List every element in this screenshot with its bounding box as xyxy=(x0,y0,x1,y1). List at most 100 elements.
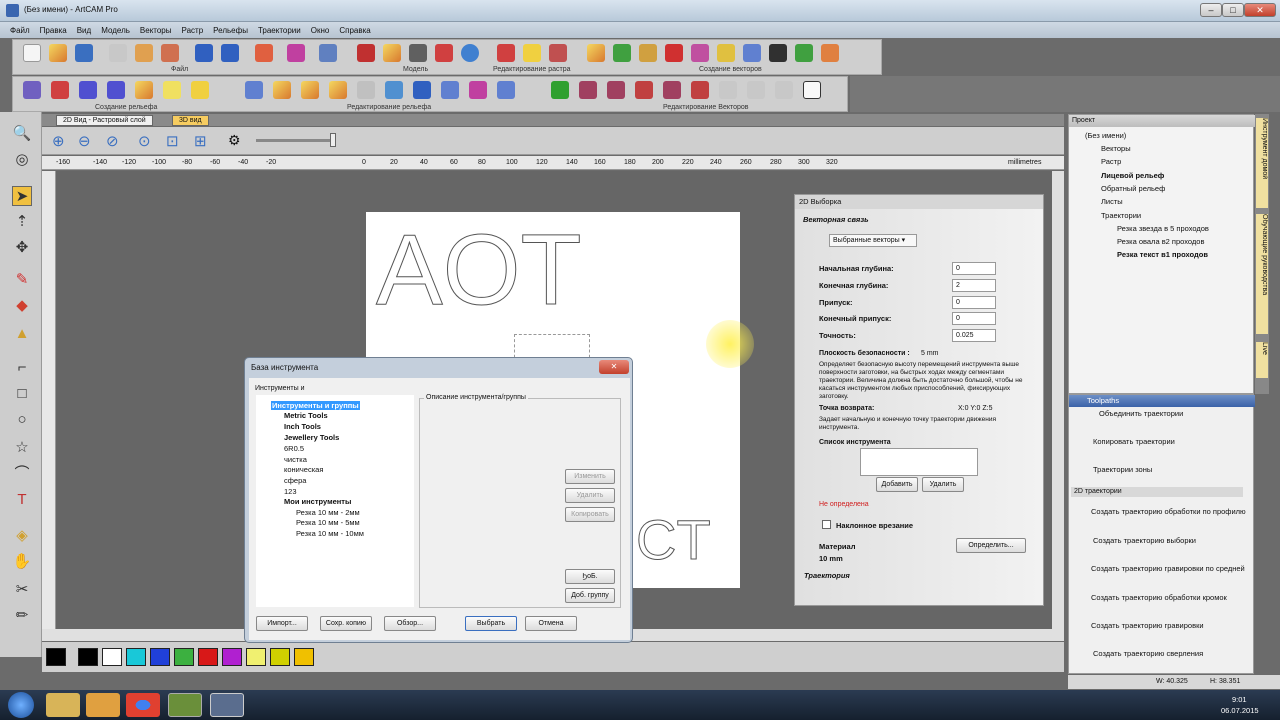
menu-model[interactable]: Модель xyxy=(101,26,130,35)
project-face-relief[interactable]: Лицевой рельеф xyxy=(1101,171,1164,180)
zone-toolpaths-item[interactable]: Траектории зоны xyxy=(1093,465,1152,474)
cut-icon[interactable] xyxy=(109,44,127,62)
zoom-slider-handle[interactable] xyxy=(330,133,336,147)
relief-create-4-icon[interactable] xyxy=(107,81,125,99)
save-file-icon[interactable] xyxy=(75,44,93,62)
add-tool-db-button[interactable]: ϦоБ. инструмент xyxy=(565,569,615,584)
tool-tree-item[interactable]: чистка xyxy=(284,455,307,464)
vector-edit-6-icon[interactable] xyxy=(691,81,709,99)
maximize-button[interactable]: □ xyxy=(1222,3,1244,17)
project-vectors[interactable]: Векторы xyxy=(1101,144,1131,153)
vector-edit-10-icon[interactable] xyxy=(803,81,821,99)
tool-tree-item[interactable]: Резка 10 мм - 10мм xyxy=(296,529,364,538)
relief-edit-5-icon[interactable] xyxy=(357,81,375,99)
drop-icon[interactable]: ◈ xyxy=(12,526,32,546)
define-material-button[interactable]: Определить... xyxy=(956,538,1026,553)
vector-edit-8-icon[interactable] xyxy=(747,81,765,99)
color-swatch-black[interactable] xyxy=(78,648,98,666)
relief-create-5-icon[interactable] xyxy=(135,81,153,99)
relief-create-2-icon[interactable] xyxy=(51,81,69,99)
vector-tool-10-icon[interactable] xyxy=(821,44,839,62)
color-swatch-red[interactable] xyxy=(198,648,218,666)
allowance-input[interactable]: 0 xyxy=(952,296,996,309)
toolpath-item[interactable]: Резка овала в2 проходов xyxy=(1117,237,1204,246)
vector-edit-4-icon[interactable] xyxy=(635,81,653,99)
tool-tree-item[interactable]: 123 xyxy=(284,487,297,496)
side-tab-tutorials[interactable]: Обучающие руководства xyxy=(1256,214,1268,334)
vector-edit-5-icon[interactable] xyxy=(663,81,681,99)
copy-toolpaths-item[interactable]: Копировать траектории xyxy=(1093,437,1175,446)
merge-toolpaths-item[interactable]: Объединить траектории xyxy=(1099,409,1183,418)
tool-tree-item[interactable]: Inch Tools xyxy=(284,422,321,431)
tool-list-box[interactable] xyxy=(860,448,978,476)
ramp-checkbox[interactable] xyxy=(822,520,831,529)
raster-tool-2-icon[interactable] xyxy=(523,44,541,62)
color-swatch-olive[interactable] xyxy=(270,648,290,666)
color-swatch-yellow[interactable] xyxy=(294,648,314,666)
relief-edit-2-icon[interactable] xyxy=(273,81,291,99)
fill-icon[interactable]: ◆ xyxy=(12,296,32,316)
tab-3d-view[interactable]: 3D вид xyxy=(172,115,209,126)
model-tool-1-icon[interactable] xyxy=(357,44,375,62)
select-button[interactable]: Выбрать xyxy=(465,616,517,631)
vector-tool-1-icon[interactable] xyxy=(587,44,605,62)
brush-icon[interactable]: ▲ xyxy=(12,324,32,344)
relief-edit-9-icon[interactable] xyxy=(469,81,487,99)
tool-tree-root[interactable]: Инструменты и группы xyxy=(271,401,360,410)
zoom-fit-icon[interactable]: ⊙ xyxy=(138,132,151,150)
chrome-taskbar-icon[interactable] xyxy=(126,693,160,717)
side-tab-tool-home[interactable]: Инструмент домой xyxy=(1256,118,1268,208)
relief-edit-4-icon[interactable] xyxy=(329,81,347,99)
engrave-toolpath-item[interactable]: Создать траекторию гравировки xyxy=(1091,621,1204,630)
tool-tree-item[interactable]: 6R0.5 xyxy=(284,444,304,453)
menu-toolpaths[interactable]: Траектории xyxy=(258,26,301,35)
project-toolpaths[interactable]: Траектории xyxy=(1101,211,1141,220)
vector-tool-8-icon[interactable] xyxy=(769,44,787,62)
bevel-toolpath-item[interactable]: Создать траекторию обработки кромок xyxy=(1091,593,1227,602)
polyline-icon[interactable]: ⌐ xyxy=(12,358,32,378)
tool-tree-item[interactable]: коническая xyxy=(284,465,323,474)
tool-db-close-button[interactable]: ✕ xyxy=(599,360,629,374)
browse-button[interactable]: Обзор... xyxy=(384,616,436,631)
relief-edit-8-icon[interactable] xyxy=(441,81,459,99)
zoom-out-icon[interactable]: ⊖ xyxy=(78,132,91,150)
relief-edit-3-icon[interactable] xyxy=(301,81,319,99)
color-swatch-white[interactable] xyxy=(102,648,122,666)
relief-edit-1-icon[interactable] xyxy=(245,81,263,99)
add-group-button[interactable]: Доб. группу xyxy=(565,588,615,603)
color-swatch-light-yellow[interactable] xyxy=(246,648,266,666)
menu-vectors[interactable]: Векторы xyxy=(140,26,172,35)
tool-tree-item[interactable]: сфера xyxy=(284,476,306,485)
menu-raster[interactable]: Растр xyxy=(182,26,204,35)
project-sheets[interactable]: Листы xyxy=(1101,197,1123,206)
menu-view[interactable]: Вид xyxy=(77,26,91,35)
color-swatch-cyan[interactable] xyxy=(126,648,146,666)
vector-edit-7-icon[interactable] xyxy=(719,81,737,99)
zoom-all-icon[interactable]: ⊞ xyxy=(194,132,207,150)
selected-vectors-dropdown[interactable]: Выбранные векторы ▾ xyxy=(829,234,917,247)
vector-tool-6-icon[interactable] xyxy=(717,44,735,62)
cancel-button[interactable]: Отмена xyxy=(525,616,577,631)
end-depth-input[interactable]: 2 xyxy=(952,279,996,292)
relief-create-1-icon[interactable] xyxy=(23,81,41,99)
drill-toolpath-item[interactable]: Создать траекторию сверления xyxy=(1093,649,1203,658)
vector-edit-9-icon[interactable] xyxy=(775,81,793,99)
relief-edit-6-icon[interactable] xyxy=(385,81,403,99)
close-button[interactable]: ✕ xyxy=(1244,3,1276,17)
relief-create-6-icon[interactable] xyxy=(163,81,181,99)
vector-edit-1-icon[interactable] xyxy=(551,81,569,99)
explorer-taskbar-icon[interactable] xyxy=(46,693,80,717)
tab-2d-view[interactable]: 2D Вид - Растровый слой xyxy=(56,115,153,126)
final-allowance-input[interactable]: 0 xyxy=(952,312,996,325)
vector-tool-7-icon[interactable] xyxy=(743,44,761,62)
vector-tool-5-icon[interactable] xyxy=(691,44,709,62)
text-icon[interactable]: T xyxy=(12,490,32,510)
vector-tool-2-icon[interactable] xyxy=(613,44,631,62)
menu-edit[interactable]: Правка xyxy=(40,26,67,35)
relief-edit-10-icon[interactable] xyxy=(497,81,515,99)
centerline-engrave-item[interactable]: Создать траекторию гравировки по средней xyxy=(1091,564,1245,573)
vector-tool-4-icon[interactable] xyxy=(665,44,683,62)
menu-file[interactable]: Файл xyxy=(10,26,30,35)
pocket-toolpath-item[interactable]: Создать траекторию выборки xyxy=(1093,536,1196,545)
menu-reliefs[interactable]: Рельефы xyxy=(213,26,248,35)
